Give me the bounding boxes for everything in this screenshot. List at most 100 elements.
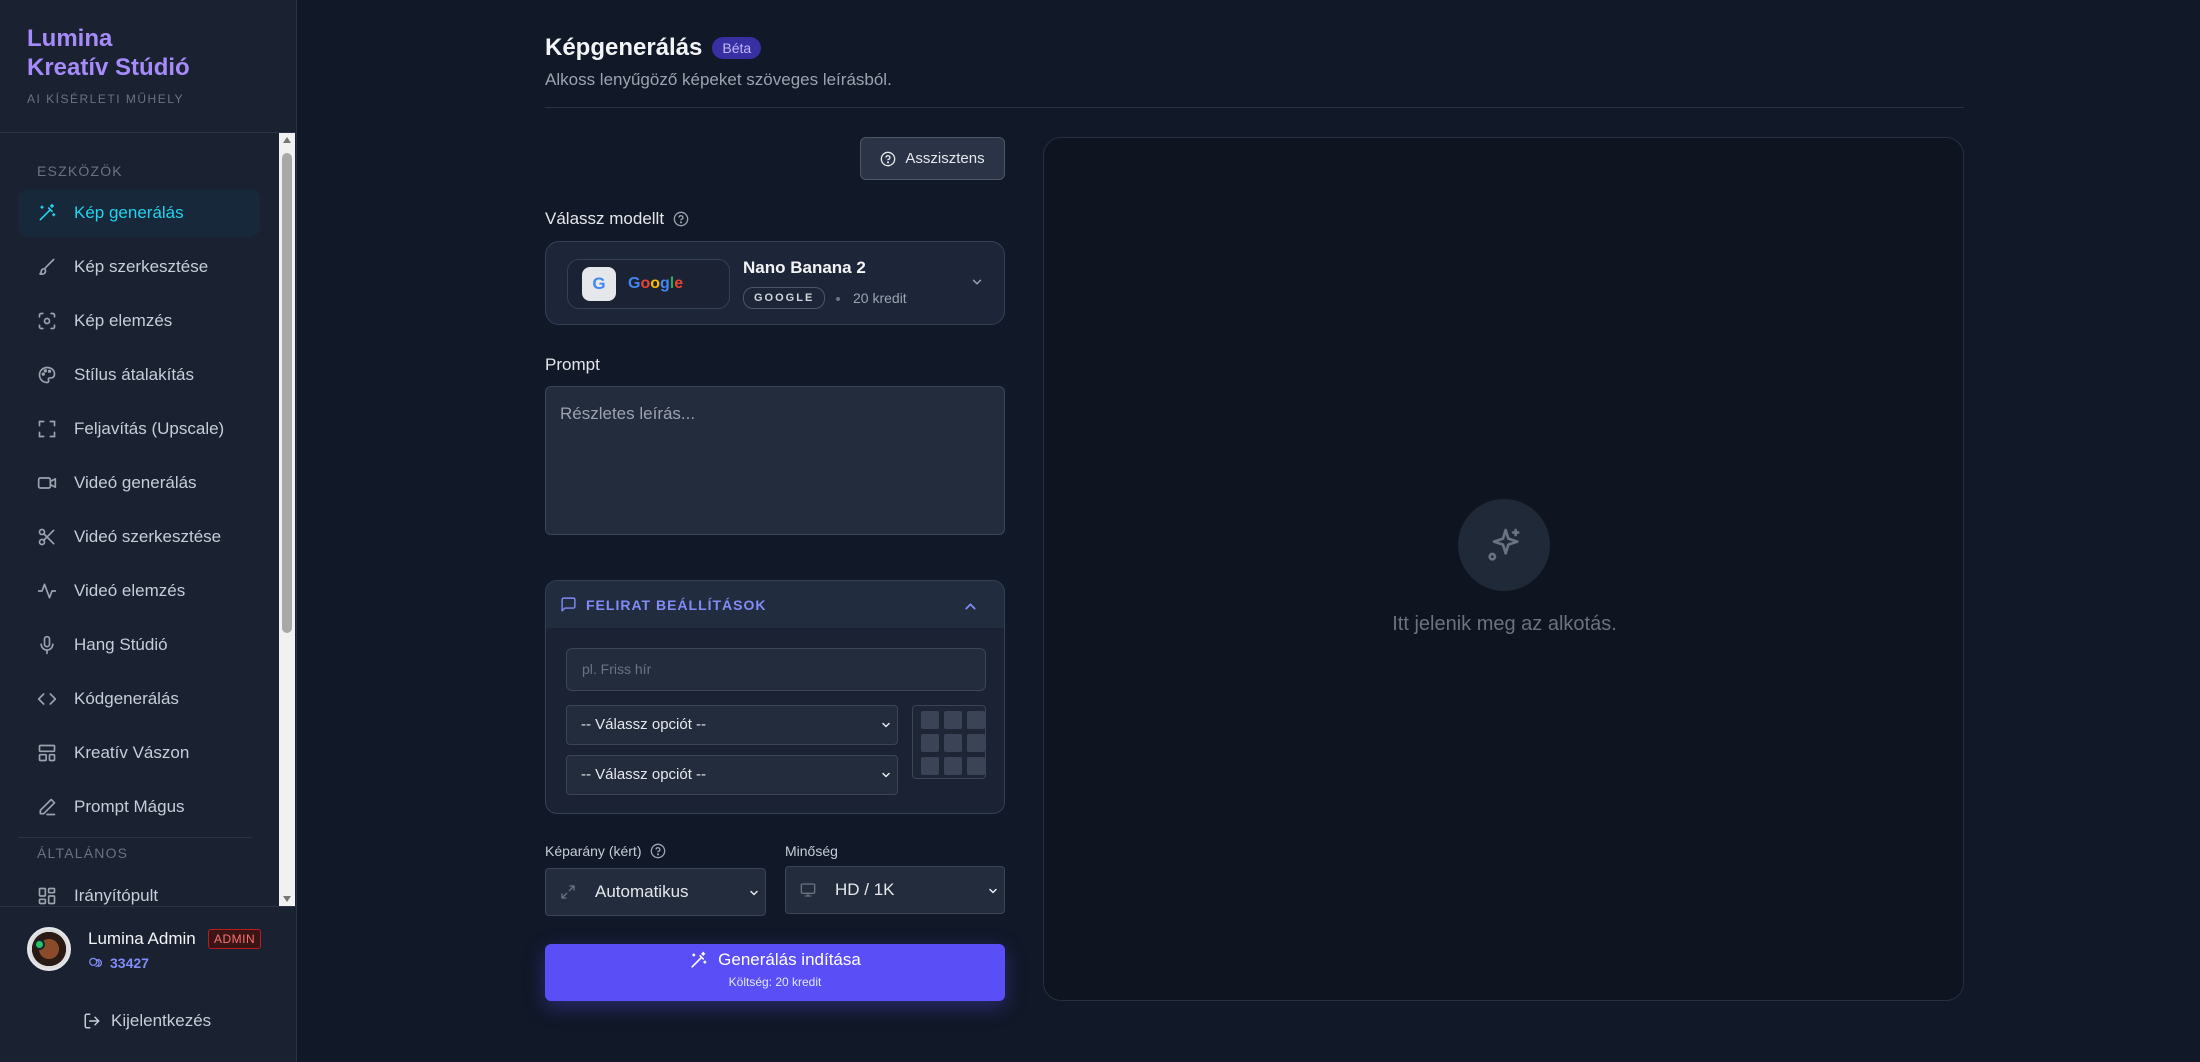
separator-dot — [836, 297, 840, 301]
provider-word: Google — [628, 275, 684, 292]
model-provider-tag: GOOGLE — [743, 287, 826, 309]
chevron-down-icon — [989, 888, 997, 894]
help-circle-icon[interactable] — [673, 211, 689, 227]
dashboard-icon — [38, 887, 56, 905]
credit-coins-icon — [89, 957, 102, 968]
chevron-down-icon — [750, 890, 758, 896]
chevron-down-icon — [882, 772, 890, 778]
sidebar-item-video-edit[interactable]: Videó szerkesztése — [18, 513, 260, 561]
sidebar-item-audio-studio[interactable]: Hang Stúdió — [18, 621, 260, 669]
page-subtitle: Alkoss lenyűgöző képeket szöveges leírás… — [545, 70, 892, 89]
grid-cell[interactable] — [921, 734, 939, 752]
sidebar-item-image-generation[interactable]: Kép generálás — [18, 189, 260, 237]
prompt-label: Prompt — [545, 355, 600, 374]
aspect-ratio-select[interactable]: Automatikus — [545, 868, 766, 916]
caption-text-input[interactable]: pl. Friss hír — [566, 648, 986, 691]
preview-placeholder-icon-wrap — [1458, 499, 1550, 591]
sidebar-item-label: Prompt Mágus — [74, 797, 185, 816]
generate-button-label: Generálás indítása — [718, 950, 861, 969]
monitor-icon — [800, 883, 816, 897]
caption-option-select-1[interactable]: -- Válassz opciót -- — [566, 705, 898, 745]
grid-cell[interactable] — [967, 757, 985, 775]
grid-cell[interactable] — [921, 757, 939, 775]
scan-eye-icon — [38, 312, 56, 330]
credit-balance: 33427 — [88, 955, 149, 971]
quality-value: HD / 1K — [835, 880, 895, 899]
pen-icon — [39, 798, 56, 816]
resize-arrows-icon — [561, 885, 575, 899]
grid-cell[interactable] — [967, 734, 985, 752]
sidebar-item-label: Stílus átalakítás — [74, 365, 195, 384]
model-cost: 20 kredit — [853, 290, 907, 306]
chevron-down-icon — [972, 279, 982, 285]
section-label-tools: ESZKÖZÖK — [37, 163, 123, 179]
header-divider — [545, 107, 1964, 108]
grid-cell[interactable] — [944, 757, 962, 775]
nav-separator — [18, 837, 252, 838]
sidebar-item-label: Kreatív Vászon — [74, 743, 190, 762]
avatar[interactable] — [27, 927, 71, 971]
page-header: Képgenerálás Béta Alkoss lenyűgöző képeke… — [545, 34, 892, 90]
help-circle-icon[interactable] — [650, 843, 666, 859]
sidebar-item-code-generation[interactable]: Kódgenerálás — [18, 675, 260, 723]
sidebar-item-video-generation[interactable]: Videó generálás — [18, 459, 260, 507]
sidebar-item-style-transfer[interactable]: Stílus átalakítás — [18, 351, 260, 399]
sidebar-item-image-analysis[interactable]: Kép elemzés — [18, 297, 260, 345]
user-panel: Lumina Admin ADMIN 33427 Kijelentkezés — [0, 906, 297, 1062]
scissors-icon — [38, 528, 55, 546]
prompt-input[interactable]: Részletes leírás... — [545, 386, 1005, 535]
sidebar-item-dashboard[interactable]: Irányítópult — [18, 872, 260, 906]
sidebar-item-label: Kép elemzés — [74, 311, 173, 330]
sidebar-item-label: Irányítópult — [74, 886, 159, 905]
model-selector[interactable]: G Google Nano Banana 2 GOOGLE 20 kredit — [545, 241, 1005, 325]
sidebar-item-label: Videó szerkesztése — [74, 527, 222, 546]
caption-option-select-2[interactable]: -- Válassz opciót -- — [566, 755, 898, 795]
sidebar-item-prompt-wizard[interactable]: Prompt Mágus — [18, 783, 260, 831]
beta-badge: Béta — [712, 37, 762, 59]
sidebar: Lumina Kreatív Stúdió AI KÍSÉRLETI MŰHEL… — [0, 0, 297, 1062]
message-square-icon — [561, 597, 576, 612]
brand: Lumina Kreatív Stúdió AI KÍSÉRLETI MŰHEL… — [27, 24, 190, 106]
video-icon — [37, 477, 57, 489]
generate-button[interactable]: Generálás indítása Költség: 20 kredit — [545, 944, 1005, 1001]
sidebar-item-image-edit[interactable]: Kép szerkesztése — [18, 243, 260, 291]
sidebar-item-label: Kép szerkesztése — [74, 257, 209, 276]
sidebar-item-creative-canvas[interactable]: Kreatív Vászon — [18, 729, 260, 777]
scroll-down-arrow-icon[interactable] — [283, 896, 291, 902]
generate-button-cost: Költség: 20 kredit — [728, 975, 822, 989]
sidebar-item-label: Kódgenerálás — [74, 689, 179, 708]
brand-subtitle: AI KÍSÉRLETI MŰHELY — [27, 92, 184, 106]
sidebar-nav: ESZKÖZÖK Kép generálás Kép szerkesztése … — [0, 133, 278, 906]
logout-label: Kijelentkezés — [111, 1011, 212, 1030]
grid-cell[interactable] — [944, 711, 962, 729]
brand-title-line2: Kreatív Stúdió — [27, 54, 190, 81]
chevron-down-icon — [882, 722, 890, 728]
select-value: -- Válassz opciót -- — [581, 766, 707, 783]
sidebar-item-upscale[interactable]: Feljavítás (Upscale) — [18, 405, 260, 453]
microphone-icon — [40, 635, 54, 655]
sidebar-item-video-analysis[interactable]: Videó elemzés — [18, 567, 260, 615]
aspect-ratio-value: Automatikus — [595, 882, 689, 901]
brand-title-line1: Lumina — [27, 25, 113, 52]
sparkles-icon — [1488, 528, 1520, 561]
caption-settings-header[interactable]: FELIRAT BEÁLLÍTÁSOK — [546, 581, 1004, 628]
online-status-dot — [34, 939, 45, 950]
logout-icon — [84, 1013, 100, 1029]
model-label-text: Válassz modellt — [545, 209, 665, 228]
provider-wordmark: Google — [628, 275, 683, 293]
preview-canvas: Itt jelenik meg az alkotás. — [1043, 137, 1964, 1001]
page-title: Képgenerálás — [545, 34, 703, 61]
sidebar-item-label: Videó generálás — [74, 473, 197, 492]
scroll-up-arrow-icon[interactable] — [283, 137, 291, 143]
grid-cell[interactable] — [944, 734, 962, 752]
grid-cell[interactable] — [967, 711, 985, 729]
quality-select[interactable]: HD / 1K — [785, 866, 1005, 914]
sidebar-scrollbar[interactable] — [279, 133, 295, 906]
credit-value: 33427 — [110, 955, 149, 971]
logout-button[interactable]: Kijelentkezés — [83, 1011, 211, 1031]
activity-icon — [37, 583, 57, 599]
grid-cell[interactable] — [921, 711, 939, 729]
scroll-thumb[interactable] — [282, 153, 292, 633]
assistant-button[interactable]: Asszisztens — [860, 137, 1005, 180]
user-name: Lumina Admin — [88, 929, 196, 948]
